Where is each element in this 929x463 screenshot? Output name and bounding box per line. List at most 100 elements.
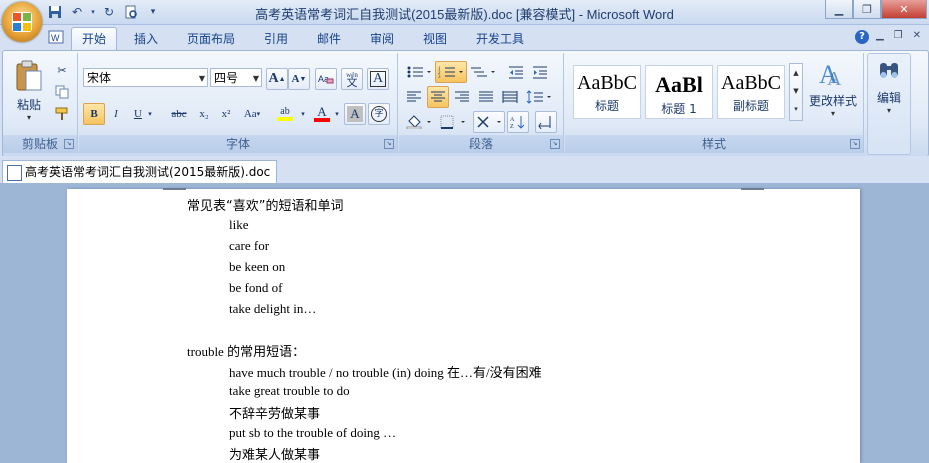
paragraph-launcher-icon[interactable]: ↘ — [550, 139, 560, 149]
tab-page-layout[interactable]: 页面布局 — [187, 28, 235, 50]
align-center-button[interactable] — [427, 86, 449, 108]
chevron-down-icon: ▼ — [252, 74, 259, 83]
ribbon-toggle-icon[interactable]: W — [48, 29, 64, 51]
superscript-button[interactable]: x² — [215, 103, 237, 125]
ruler-margin-right[interactable] — [741, 188, 764, 190]
line-spacing-button[interactable] — [523, 86, 555, 108]
highlight-dropdown-icon[interactable]: ▾ — [298, 103, 308, 125]
grow-font-button[interactable]: A ▲ — [266, 68, 288, 90]
chinese-layout-button[interactable] — [473, 111, 505, 133]
style-heading1[interactable]: AaBl 标题 1 — [645, 65, 713, 119]
clipboard-launcher-icon[interactable]: ↘ — [64, 139, 74, 149]
italic-button[interactable]: I — [105, 103, 127, 125]
numbering-button[interactable]: 123 — [435, 61, 467, 83]
tab-view[interactable]: 视图 — [423, 28, 447, 50]
justify-button[interactable] — [475, 86, 497, 108]
sort-button[interactable]: AZ — [507, 111, 529, 133]
window-controls: ▁ ❐ ✕ — [825, 0, 927, 19]
tab-mailings[interactable]: 邮件 — [317, 28, 341, 50]
character-border-button[interactable]: A — [367, 68, 389, 90]
change-styles-button[interactable]: A A 更改样式 ▾ — [805, 59, 861, 118]
font-name-value: 宋体 — [87, 71, 112, 85]
more-styles-icon[interactable]: ▾ — [790, 100, 802, 118]
ruler-margin-left[interactable] — [163, 188, 186, 190]
doc-line-13: 为难某人做某事 — [229, 448, 321, 463]
grow-font-icon: A — [268, 71, 279, 86]
enclose-characters-button[interactable]: 字 — [368, 103, 390, 125]
highlight-button[interactable]: ab — [272, 103, 298, 125]
font-size-combo[interactable]: 四号 ▼ — [210, 68, 262, 87]
document-page[interactable]: 常见表“喜欢”的短语和单词 like care for be keen on b… — [67, 189, 860, 463]
tab-review[interactable]: 审阅 — [370, 28, 394, 50]
change-case-button[interactable]: Aa ▾ — [239, 103, 265, 125]
style-title-sample: AaBbC — [577, 72, 637, 94]
paragraph-group-label: 段落 — [399, 135, 563, 153]
align-left-icon — [407, 91, 421, 102]
doc-restore-icon[interactable]: ❐ — [894, 30, 903, 41]
office-button[interactable] — [2, 2, 42, 42]
align-right-button[interactable] — [451, 86, 473, 108]
scroll-down-icon[interactable]: ▼ — [790, 82, 802, 100]
document-tab[interactable]: 高考英语常考词汇自我测试(2015最新版).doc — [2, 160, 278, 183]
font-color-dropdown-icon[interactable]: ▾ — [332, 103, 342, 125]
strikethrough-button[interactable]: abc — [165, 103, 193, 125]
paste-dropdown-icon[interactable]: ▾ — [11, 113, 47, 122]
copy-icon[interactable] — [51, 81, 73, 103]
highlight-color-swatch — [277, 117, 293, 121]
style-title[interactable]: AaBbC 标题 — [573, 65, 641, 119]
borders-button[interactable] — [437, 111, 469, 133]
font-name-combo[interactable]: 宋体 ▼ — [83, 68, 208, 87]
styles-group-label: 样式 — [565, 135, 863, 153]
styles-scroll[interactable]: ▲ ▼ ▾ — [789, 63, 803, 121]
svg-text:A: A — [510, 117, 515, 123]
doc-minimize-icon[interactable]: ▁ — [876, 30, 884, 41]
minimize-icon[interactable]: ▁ — [825, 0, 853, 19]
distributed-button[interactable] — [499, 86, 521, 108]
styles-launcher-icon[interactable]: ↘ — [850, 139, 860, 149]
tab-developer[interactable]: 开发工具 — [476, 28, 524, 50]
show-marks-button[interactable] — [535, 111, 557, 133]
subscript-button[interactable]: x₂ — [193, 103, 215, 125]
style-heading1-sample: AaBl — [655, 72, 703, 97]
increase-indent-button[interactable] — [529, 61, 551, 83]
editing-button[interactable]: 编辑 ▾ — [868, 60, 910, 115]
editing-group: 编辑 ▾ — [867, 53, 911, 155]
shading-button[interactable] — [403, 111, 435, 133]
align-left-button[interactable] — [403, 86, 425, 108]
window-title: 高考英语常考词汇自我测试(2015最新版).doc [兼容模式] - Micro… — [255, 7, 674, 22]
doc-line-6: take delight in… — [229, 301, 317, 316]
svg-text:3: 3 — [438, 75, 441, 79]
bold-button[interactable]: B — [83, 103, 105, 125]
format-painter-icon[interactable] — [51, 103, 73, 125]
underline-dropdown-icon[interactable]: ▾ — [145, 103, 155, 125]
bullets-icon — [407, 66, 431, 78]
tab-insert[interactable]: 插入 — [134, 28, 158, 50]
shrink-font-button[interactable]: A ▼ — [288, 68, 310, 90]
tab-references[interactable]: 引用 — [264, 28, 288, 50]
bullets-button[interactable] — [403, 61, 435, 83]
close-icon[interactable]: ✕ — [881, 0, 927, 19]
paste-button[interactable]: 粘贴 ▾ — [11, 59, 47, 122]
tab-home[interactable]: 开始 — [71, 27, 118, 50]
styles-group: AaBbC 标题 AaBl 标题 1 AaBbC 副标题 ▲ ▼ ▾ A A 更… — [565, 53, 864, 153]
subscript-icon: x₂ — [199, 108, 209, 120]
character-shading-button[interactable]: A — [344, 103, 366, 125]
multilevel-list-button[interactable] — [467, 61, 499, 83]
restore-icon[interactable]: ❐ — [853, 0, 881, 19]
justify-icon — [479, 91, 493, 102]
phonetic-guide-button[interactable]: wén 文 — [341, 68, 363, 90]
ribbon: 粘贴 ▾ ✂ 剪贴板 ↘ 宋体 ▼ 四号 ▼ A ▲ A ▼ Aa wén 文 A — [2, 50, 929, 157]
font-launcher-icon[interactable]: ↘ — [384, 139, 394, 149]
align-center-icon — [431, 91, 445, 102]
doc-line-12: put sb to the trouble of doing … — [229, 425, 397, 440]
clear-format-button[interactable]: Aa — [315, 68, 337, 90]
help-icon[interactable]: ? — [855, 30, 869, 44]
decrease-indent-button[interactable] — [505, 61, 527, 83]
scroll-up-icon[interactable]: ▲ — [790, 64, 802, 82]
cut-icon[interactable]: ✂ — [51, 59, 73, 81]
doc-close-icon[interactable]: ✕ — [913, 30, 921, 41]
font-color-button[interactable]: A — [310, 103, 334, 125]
style-subtitle[interactable]: AaBbC 副标题 — [717, 65, 785, 119]
superscript-icon: x² — [221, 108, 231, 120]
paragraph-mark-icon — [538, 116, 551, 129]
